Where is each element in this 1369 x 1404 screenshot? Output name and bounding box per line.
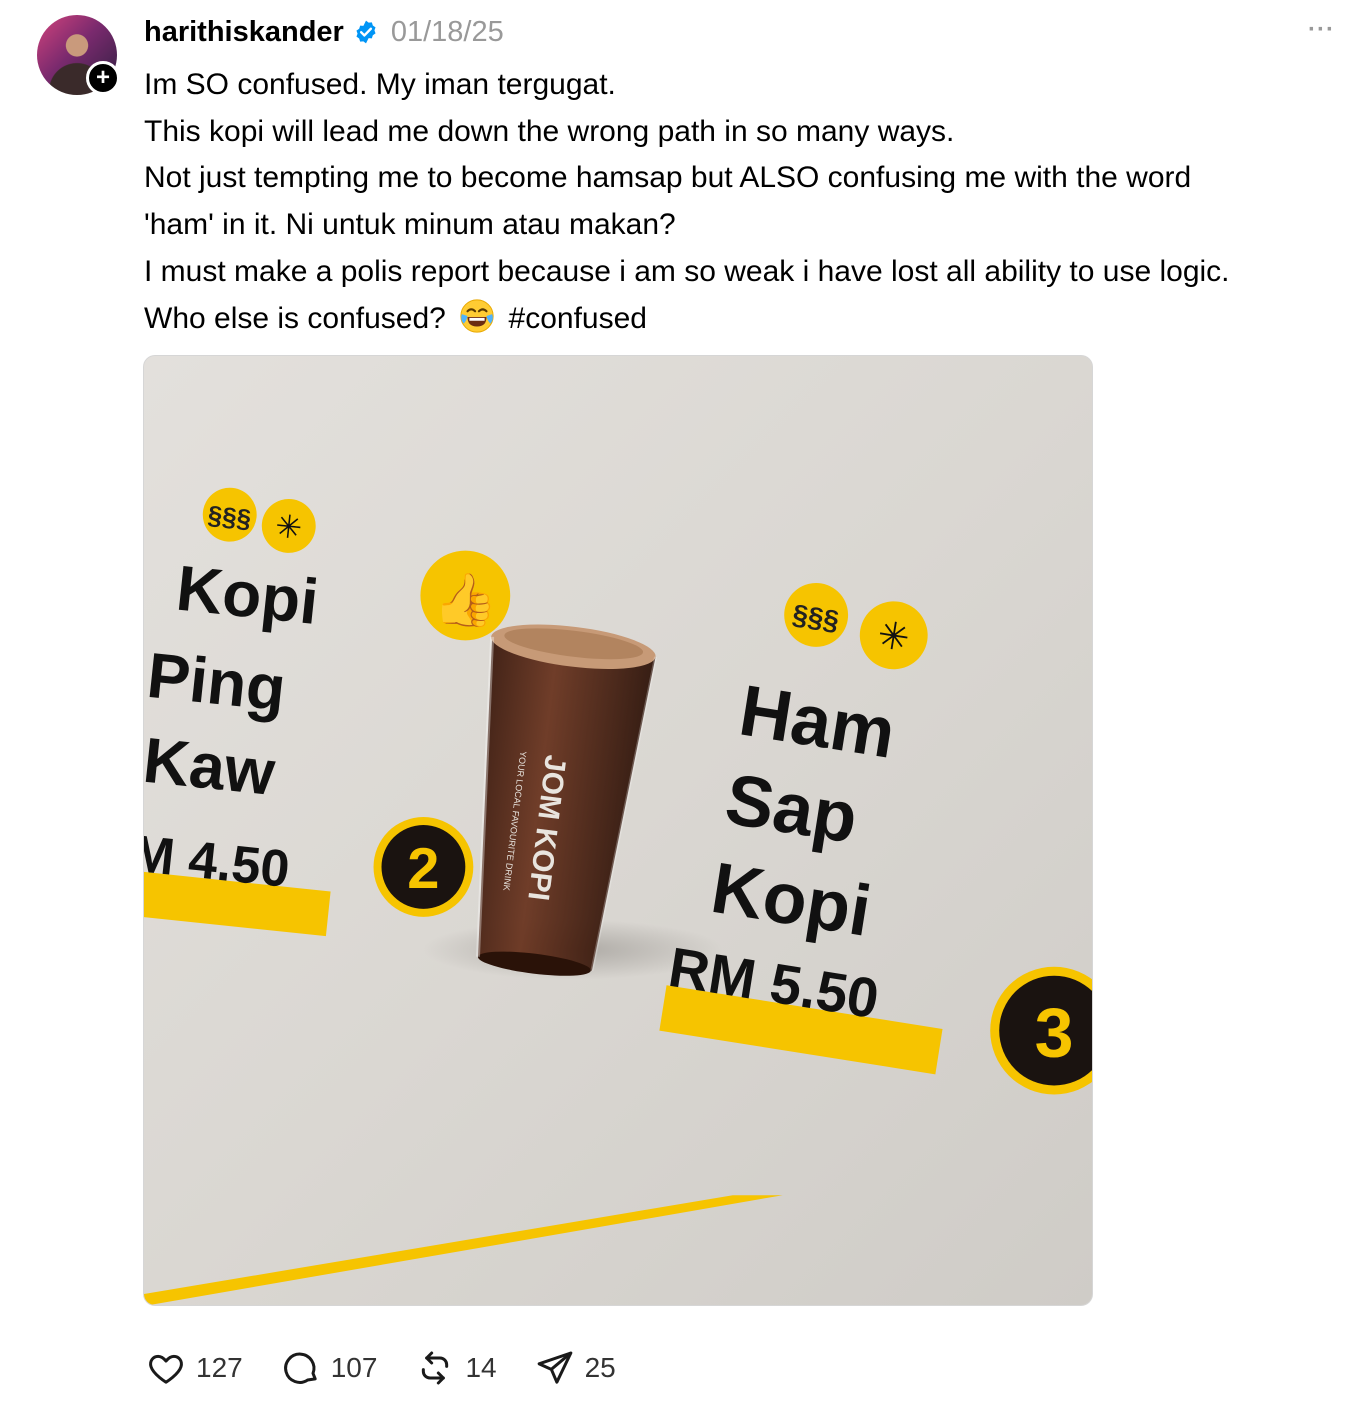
author-avatar-container[interactable]: +: [37, 15, 120, 95]
repost-icon: [422, 1351, 449, 1385]
svg-text:Kopi: Kopi: [173, 552, 322, 638]
post-action-bar: 127 107 14 25: [146, 1346, 654, 1390]
post-line: I must make a polis report because i am …: [144, 254, 1230, 288]
post-body: Im SO confused. My iman tergugat. This k…: [144, 62, 1354, 342]
send-icon: [537, 1351, 572, 1384]
repost-button[interactable]: 14: [415, 1348, 497, 1388]
username[interactable]: harithiskander: [144, 16, 344, 49]
svg-text:✳: ✳: [273, 508, 303, 547]
svg-text:✳: ✳: [874, 614, 912, 660]
post-header: harithiskander 01/18/25: [144, 12, 504, 52]
repost-count: 14: [465, 1352, 497, 1383]
svg-text:3: 3: [1035, 994, 1074, 1072]
reply-button[interactable]: 107: [281, 1348, 378, 1388]
svg-text:Kaw: Kaw: [144, 724, 278, 809]
post-line: Not just tempting me to become hamsap bu…: [144, 161, 1192, 195]
like-button[interactable]: 127: [146, 1348, 243, 1388]
post-line-last: Who else is confused? #confused: [144, 296, 1354, 343]
photo-illustration: §§§ ✳ Kopi Ping Kaw RM 4.50 👍 JOM KOPI Y…: [144, 356, 1092, 1305]
post-line: Im SO confused. My iman tergugat.: [144, 68, 616, 101]
hashtag-link[interactable]: #confused: [509, 302, 647, 335]
reply-count: 107: [330, 1352, 378, 1383]
share-button[interactable]: 25: [535, 1348, 616, 1388]
svg-text:2: 2: [407, 837, 439, 901]
face-with-tears-of-joy-emoji-icon: [460, 298, 494, 333]
post-line-text: Who else is confused?: [144, 301, 446, 335]
svg-text:Ping: Ping: [144, 639, 289, 725]
verified-badge-icon: [356, 20, 376, 44]
post-photo[interactable]: §§§ ✳ Kopi Ping Kaw RM 4.50 👍 JOM KOPI Y…: [143, 355, 1093, 1306]
post-line: This kopi will lead me down the wrong pa…: [144, 114, 955, 148]
share-count: 25: [584, 1352, 616, 1383]
like-count: 127: [196, 1352, 243, 1383]
svg-text:👍: 👍: [433, 569, 498, 629]
more-options-icon[interactable]: ···: [1308, 16, 1335, 44]
post-timestamp[interactable]: 01/18/25: [391, 16, 504, 49]
post-line: 'ham' in it. Ni untuk minum atau makan?: [144, 208, 676, 242]
follow-plus-icon[interactable]: +: [86, 61, 120, 95]
svg-text:§§§: §§§: [206, 501, 252, 533]
heart-icon: [149, 1354, 183, 1384]
comment-bubble-icon: [283, 1352, 317, 1384]
